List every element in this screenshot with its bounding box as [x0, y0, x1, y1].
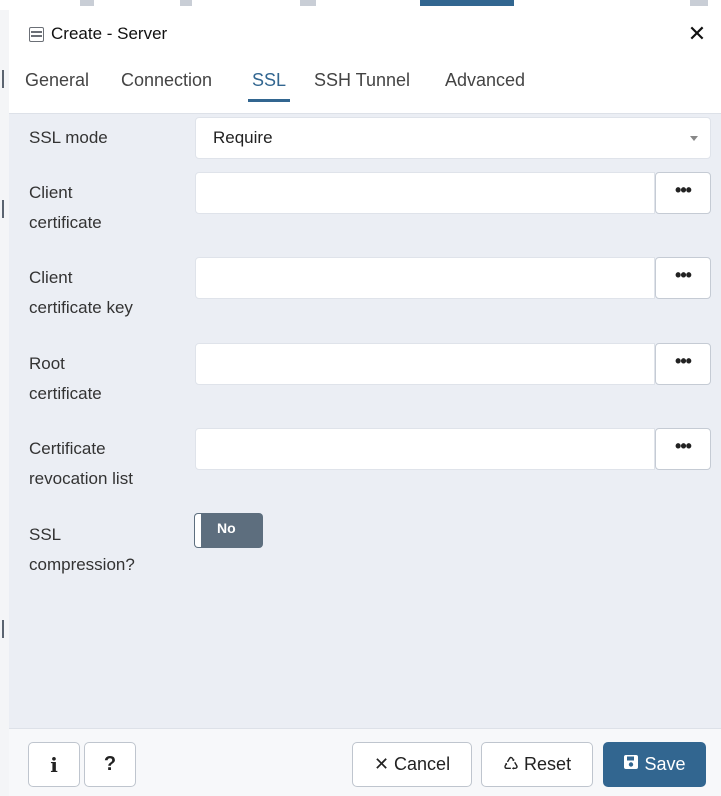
ssl-mode-label: SSL mode — [29, 128, 108, 147]
ssl-compression-toggle[interactable]: No — [194, 513, 263, 548]
save-label: Save — [644, 754, 686, 774]
chevron-down-icon — [690, 136, 698, 141]
dialog-title: Create - Server — [51, 24, 168, 43]
close-button[interactable]: ✕ — [685, 22, 709, 46]
tab-ssl[interactable]: SSL — [247, 68, 291, 102]
client-certificate-key-input[interactable] — [195, 257, 655, 299]
cancel-label: Cancel — [394, 754, 451, 774]
tab-advanced[interactable]: Advanced — [445, 68, 525, 102]
ssl-mode-value: Require — [213, 128, 273, 147]
background-window-edge — [0, 10, 9, 796]
root-certificate-input[interactable] — [195, 343, 655, 385]
recycle-icon: ♺ — [502, 754, 520, 774]
tab-connection[interactable]: Connection — [121, 68, 212, 102]
tab-ssh-tunnel[interactable]: SSH Tunnel — [314, 68, 410, 102]
client-certificate-label: Client certificate — [29, 183, 102, 232]
client-certificate-key-label: Client certificate key — [29, 268, 133, 317]
tab-general[interactable]: General — [25, 68, 89, 102]
create-server-dialog: Create - Server ✕ General Connection SSL… — [9, 10, 721, 796]
ssl-compression-label: SSL compression? — [29, 525, 135, 574]
reset-button[interactable]: ♺ Reset — [481, 742, 593, 787]
root-certificate-browse-button[interactable]: ••• — [655, 343, 711, 385]
save-button[interactable]: Save — [603, 742, 706, 787]
help-button[interactable]: ? — [84, 742, 136, 787]
info-icon: i — [50, 752, 58, 777]
toggle-state-label: No — [217, 520, 236, 536]
crl-input[interactable] — [195, 428, 655, 470]
ssl-mode-select[interactable]: Require — [195, 117, 711, 159]
x-icon: ✕ — [373, 754, 390, 774]
floppy-disk-icon — [623, 754, 639, 775]
background-window-strip — [0, 0, 721, 10]
server-icon — [29, 27, 44, 42]
crl-browse-button[interactable]: ••• — [655, 428, 711, 470]
tab-bar: General Connection SSL SSH Tunnel Advanc… — [9, 58, 721, 114]
crl-label: Certificate revocation list — [29, 439, 133, 488]
client-certificate-key-browse-button[interactable]: ••• — [655, 257, 711, 299]
reset-label: Reset — [524, 754, 572, 774]
client-certificate-input[interactable] — [195, 172, 655, 214]
root-certificate-label: Root certificate — [29, 354, 102, 403]
toggle-knob — [195, 514, 201, 547]
info-button[interactable]: i — [28, 742, 80, 787]
client-certificate-browse-button[interactable]: ••• — [655, 172, 711, 214]
help-icon: ? — [103, 753, 117, 775]
dialog-titlebar: Create - Server ✕ — [9, 10, 721, 58]
dialog-footer: i ? ✕ Cancel ♺ Reset Save — [9, 728, 721, 796]
cancel-button[interactable]: ✕ Cancel — [352, 742, 472, 787]
